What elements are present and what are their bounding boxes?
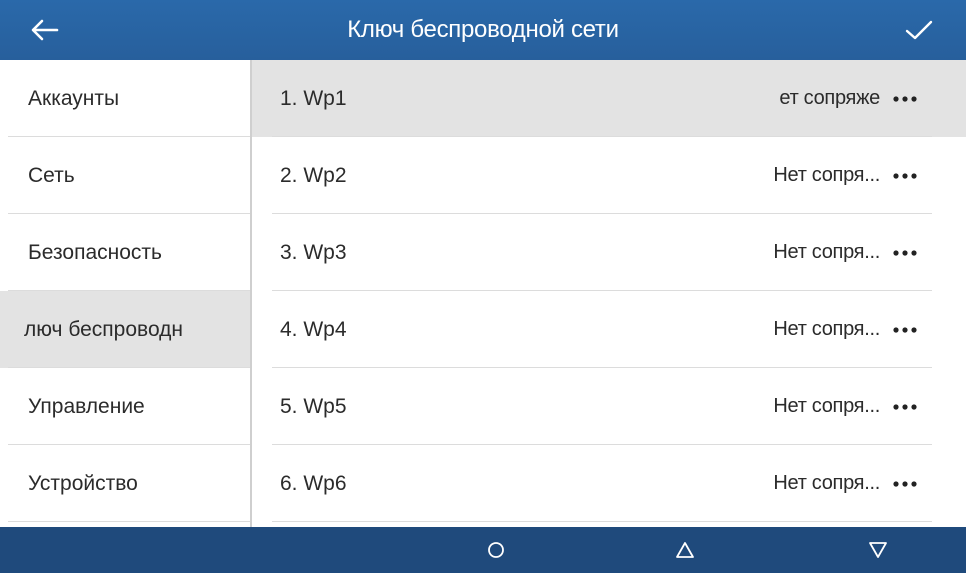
sidebar-item-network[interactable]: Сеть	[0, 137, 250, 214]
circle-home-icon	[488, 542, 504, 558]
list-item-label: 4. Wp4	[280, 317, 347, 341]
more-options-button[interactable]	[890, 315, 920, 345]
sidebar-item-label: Сеть	[28, 163, 75, 187]
confirm-button[interactable]	[894, 8, 944, 52]
sidebar-item-device[interactable]: Устройство	[0, 445, 250, 522]
sidebar-item-label: люч беспроводн	[24, 317, 184, 341]
more-dots-icon	[893, 327, 917, 333]
sidebar-item-security[interactable]: Безопасность	[0, 214, 250, 291]
check-icon	[905, 20, 933, 40]
pairing-status: Нет сопря...	[773, 164, 880, 186]
list-item[interactable]: 1. Wp1 ет сопряже	[252, 60, 966, 137]
list-item-label: 6. Wp6	[280, 471, 347, 495]
list-item-label: 3. Wp3	[280, 240, 347, 264]
pairing-status: ет сопряже	[779, 87, 880, 109]
triangle-down-icon	[869, 542, 887, 558]
sidebar: Аккаунты Сеть Безопасность люч беспровод…	[0, 60, 250, 527]
scroll-down-button[interactable]	[848, 527, 908, 573]
list-item[interactable]: 5. Wp5 Нет сопря...	[252, 368, 966, 445]
wireless-key-list: 1. Wp1 ет сопряже 2. Wp2 Нет сопря... 3.…	[252, 60, 966, 527]
list-item[interactable]: 6. Wp6 Нет сопря...	[252, 445, 966, 522]
more-dots-icon	[893, 481, 917, 487]
list-item[interactable]: 4. Wp4 Нет сопря...	[252, 291, 966, 368]
more-options-button[interactable]	[890, 161, 920, 191]
more-options-button[interactable]	[890, 238, 920, 268]
list-item[interactable]: 3. Wp3 Нет сопря...	[252, 214, 966, 291]
sidebar-item-management[interactable]: Управление	[0, 368, 250, 445]
pairing-status: Нет сопря...	[773, 472, 880, 494]
scroll-up-button[interactable]	[655, 527, 715, 573]
pairing-status: Нет сопря...	[773, 318, 880, 340]
sidebar-item-label: Безопасность	[28, 240, 162, 264]
header-bar: Ключ беспроводной сети	[0, 0, 966, 60]
more-options-button[interactable]	[890, 469, 920, 499]
list-item-label: 2. Wp2	[280, 163, 347, 187]
sidebar-item-wireless-key[interactable]: люч беспроводн	[0, 291, 250, 368]
triangle-up-icon	[676, 542, 694, 558]
more-options-button[interactable]	[890, 84, 920, 114]
sidebar-item-label: Аккаунты	[28, 86, 120, 110]
list-item[interactable]: 2. Wp2 Нет сопря...	[252, 137, 966, 214]
list-item-label: 5. Wp5	[280, 394, 347, 418]
more-dots-icon	[893, 96, 917, 102]
page-title: Ключ беспроводной сети	[347, 16, 619, 43]
system-nav-bar	[0, 527, 966, 573]
list-item-label: 1. Wp1	[280, 86, 347, 110]
sidebar-item-accounts[interactable]: Аккаунты	[0, 60, 250, 137]
more-options-button[interactable]	[890, 392, 920, 422]
pairing-status: Нет сопря...	[773, 241, 880, 263]
more-dots-icon	[893, 404, 917, 410]
sidebar-item-label: Устройство	[28, 471, 138, 495]
sidebar-item-label: Управление	[28, 394, 145, 418]
more-dots-icon	[893, 250, 917, 256]
more-dots-icon	[893, 173, 917, 179]
pairing-status: Нет сопря...	[773, 395, 880, 417]
home-button[interactable]	[466, 527, 526, 573]
